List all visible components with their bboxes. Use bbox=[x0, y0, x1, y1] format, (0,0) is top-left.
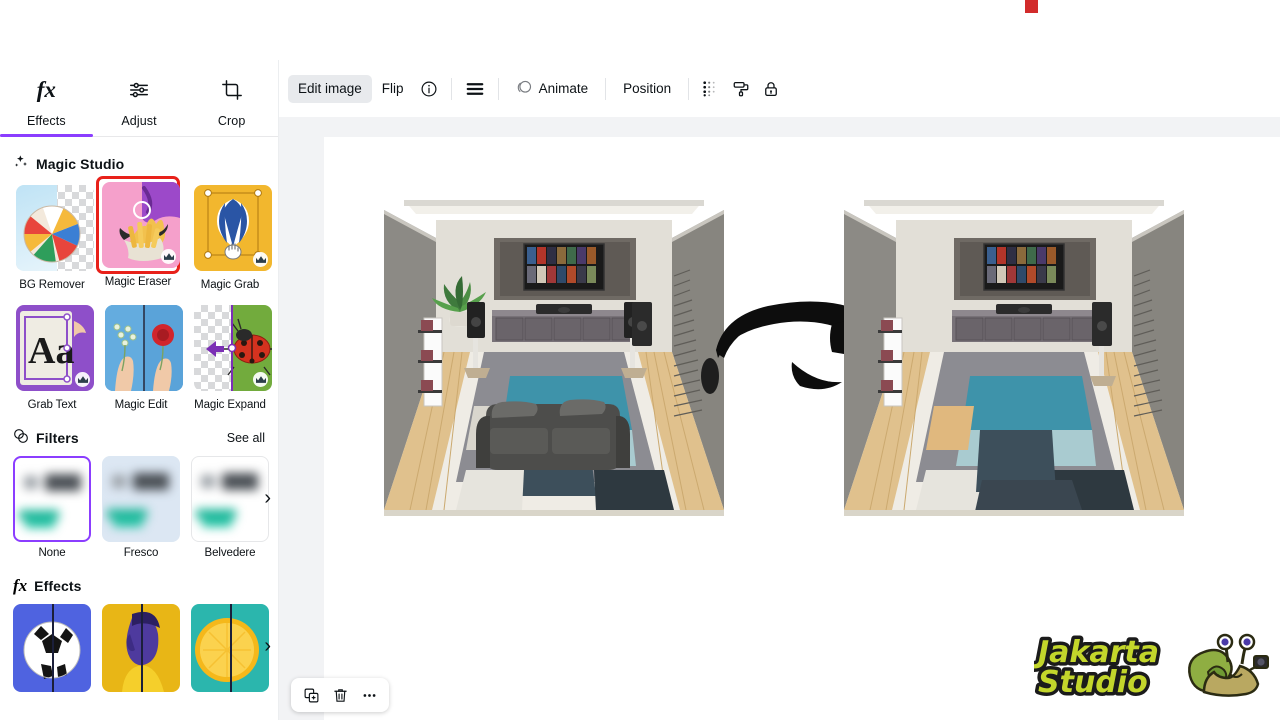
magic-expand-thumbnail bbox=[194, 305, 272, 391]
duplicate-icon[interactable] bbox=[298, 682, 324, 708]
info-icon[interactable] bbox=[414, 80, 444, 98]
effect-soccer-ball[interactable] bbox=[13, 604, 91, 692]
crop-icon bbox=[221, 73, 243, 107]
panel-tab-bar: fx Effects Adjust Crop bbox=[0, 60, 278, 137]
animate-icon bbox=[516, 79, 533, 99]
fx-icon: fx bbox=[36, 77, 56, 102]
filter-fresco[interactable]: Fresco bbox=[102, 456, 180, 559]
canva-editor-window: fx Effects Adjust Crop Magic Studio BG R… bbox=[0, 0, 1280, 720]
sparkles-icon bbox=[13, 154, 29, 175]
effects-row: › bbox=[13, 604, 271, 692]
bg-remover-label: BG Remover bbox=[19, 279, 85, 291]
magic-studio-grid: BG Remover Magic Eraser Magic Grab Aa Gr… bbox=[13, 176, 272, 411]
premium-crown-icon bbox=[75, 372, 90, 387]
effect-orange-slice[interactable] bbox=[191, 604, 269, 692]
filters-next-chevron-right-icon[interactable]: › bbox=[264, 488, 271, 508]
tab-adjust[interactable]: Adjust bbox=[93, 60, 186, 136]
filter-none-thumbnail bbox=[13, 456, 91, 542]
magic-tool-magic-expand[interactable]: Magic Expand bbox=[191, 302, 272, 411]
image-toolbar: Edit image Flip Animate Position bbox=[279, 60, 1280, 117]
tab-effects[interactable]: fx Effects bbox=[0, 60, 93, 137]
bg-remover-thumbnail bbox=[16, 185, 94, 271]
filters-header: Filters See all bbox=[13, 428, 265, 449]
filter-fresco-thumbnail bbox=[102, 456, 180, 542]
filters-row: None Fresco Belvedere › bbox=[13, 456, 271, 559]
magic-expand-label: Magic Expand bbox=[194, 399, 266, 411]
watermark-line2: Studio bbox=[1038, 665, 1148, 700]
more-options-icon[interactable] bbox=[356, 682, 382, 708]
premium-crown-icon bbox=[161, 249, 176, 264]
magic-tool-magic-eraser[interactable]: Magic Eraser bbox=[96, 176, 180, 294]
filters-title: Filters bbox=[36, 430, 79, 446]
trash-icon[interactable] bbox=[327, 682, 353, 708]
grab-text-label: Grab Text bbox=[27, 399, 77, 411]
tab-crop-label: Crop bbox=[217, 114, 246, 128]
magic-edit-label: Magic Edit bbox=[114, 399, 168, 411]
panel-content: Magic Studio BG Remover Magic Eraser Mag… bbox=[0, 154, 278, 692]
magic-grab-label: Magic Grab bbox=[200, 279, 260, 291]
lock-icon[interactable] bbox=[756, 80, 786, 98]
orange-slice-effect-thumbnail bbox=[191, 604, 269, 692]
snail-mascot-icon bbox=[1188, 633, 1269, 697]
grab-text-thumbnail: Aa bbox=[16, 305, 94, 391]
red-marker bbox=[1025, 0, 1038, 13]
design-page[interactable]: Jakarta Jakarta Studio Studio bbox=[324, 137, 1280, 720]
filter-belvedere[interactable]: Belvedere bbox=[191, 456, 269, 559]
effects-title: Effects bbox=[34, 578, 82, 594]
editor-main-area: Edit image Flip Animate Position Jakarta… bbox=[279, 60, 1280, 720]
soccer-ball-effect-thumbnail bbox=[13, 604, 91, 692]
flip-button[interactable]: Flip bbox=[372, 75, 414, 103]
sliders-icon bbox=[128, 73, 150, 107]
magic-eraser-label: Magic Eraser bbox=[104, 276, 172, 288]
toolbar-divider bbox=[688, 77, 690, 100]
tab-adjust-label: Adjust bbox=[121, 114, 157, 128]
magic-edit-thumbnail bbox=[105, 305, 183, 391]
filters-see-all[interactable]: See all bbox=[227, 431, 265, 445]
toolbar-divider bbox=[605, 77, 607, 100]
canvas-background: Jakarta Jakarta Studio Studio bbox=[279, 117, 1280, 720]
filter-belvedere-label: Belvedere bbox=[204, 547, 256, 559]
filter-none-label: None bbox=[38, 547, 66, 559]
magic-tool-bg-remover[interactable]: BG Remover bbox=[13, 182, 94, 291]
magic-studio-title: Magic Studio bbox=[36, 156, 125, 172]
filter-belvedere-thumbnail bbox=[191, 456, 269, 542]
magic-grab-thumbnail bbox=[194, 185, 272, 271]
position-button[interactable]: Position bbox=[613, 75, 681, 103]
room-before-render[interactable] bbox=[374, 180, 734, 540]
effects-header: fx Effects bbox=[13, 576, 265, 595]
animate-button[interactable]: Animate bbox=[506, 75, 599, 103]
premium-crown-icon bbox=[253, 252, 268, 267]
tab-crop[interactable]: Crop bbox=[185, 60, 278, 136]
magic-tool-magic-grab[interactable]: Magic Grab bbox=[191, 182, 272, 291]
room-after-render[interactable] bbox=[834, 180, 1194, 540]
hamburger-lines-icon[interactable] bbox=[459, 80, 491, 98]
toolbar-divider bbox=[450, 77, 452, 100]
paint-roller-icon[interactable] bbox=[726, 80, 756, 98]
filter-fresco-label: Fresco bbox=[123, 547, 159, 559]
filters-icon bbox=[13, 428, 29, 449]
filter-none[interactable]: None bbox=[13, 456, 91, 559]
watermark-jakarta-studio: Jakarta Jakarta Studio Studio bbox=[1034, 628, 1274, 720]
magic-tool-magic-edit[interactable]: Magic Edit bbox=[102, 302, 183, 411]
premium-crown-icon bbox=[253, 372, 268, 387]
fx-icon: fx bbox=[13, 576, 28, 595]
animate-label: Animate bbox=[538, 81, 589, 96]
effect-duotone-portrait[interactable] bbox=[102, 604, 180, 692]
magic-tool-grab-text[interactable]: Aa Grab Text bbox=[13, 302, 94, 411]
duotone-portrait-effect-thumbnail bbox=[102, 604, 180, 692]
left-side-panel: fx Effects Adjust Crop Magic Studio BG R… bbox=[0, 60, 279, 720]
magic-eraser-thumbnail bbox=[102, 182, 180, 268]
toolbar-divider bbox=[497, 77, 499, 100]
element-actions-toolbar bbox=[291, 678, 389, 712]
magic-studio-header: Magic Studio bbox=[13, 154, 265, 175]
tab-effects-label: Effects bbox=[26, 114, 66, 128]
edit-image-button[interactable]: Edit image bbox=[288, 74, 372, 103]
effects-next-chevron-right-icon[interactable]: › bbox=[264, 636, 271, 656]
transparency-icon[interactable] bbox=[696, 80, 726, 98]
